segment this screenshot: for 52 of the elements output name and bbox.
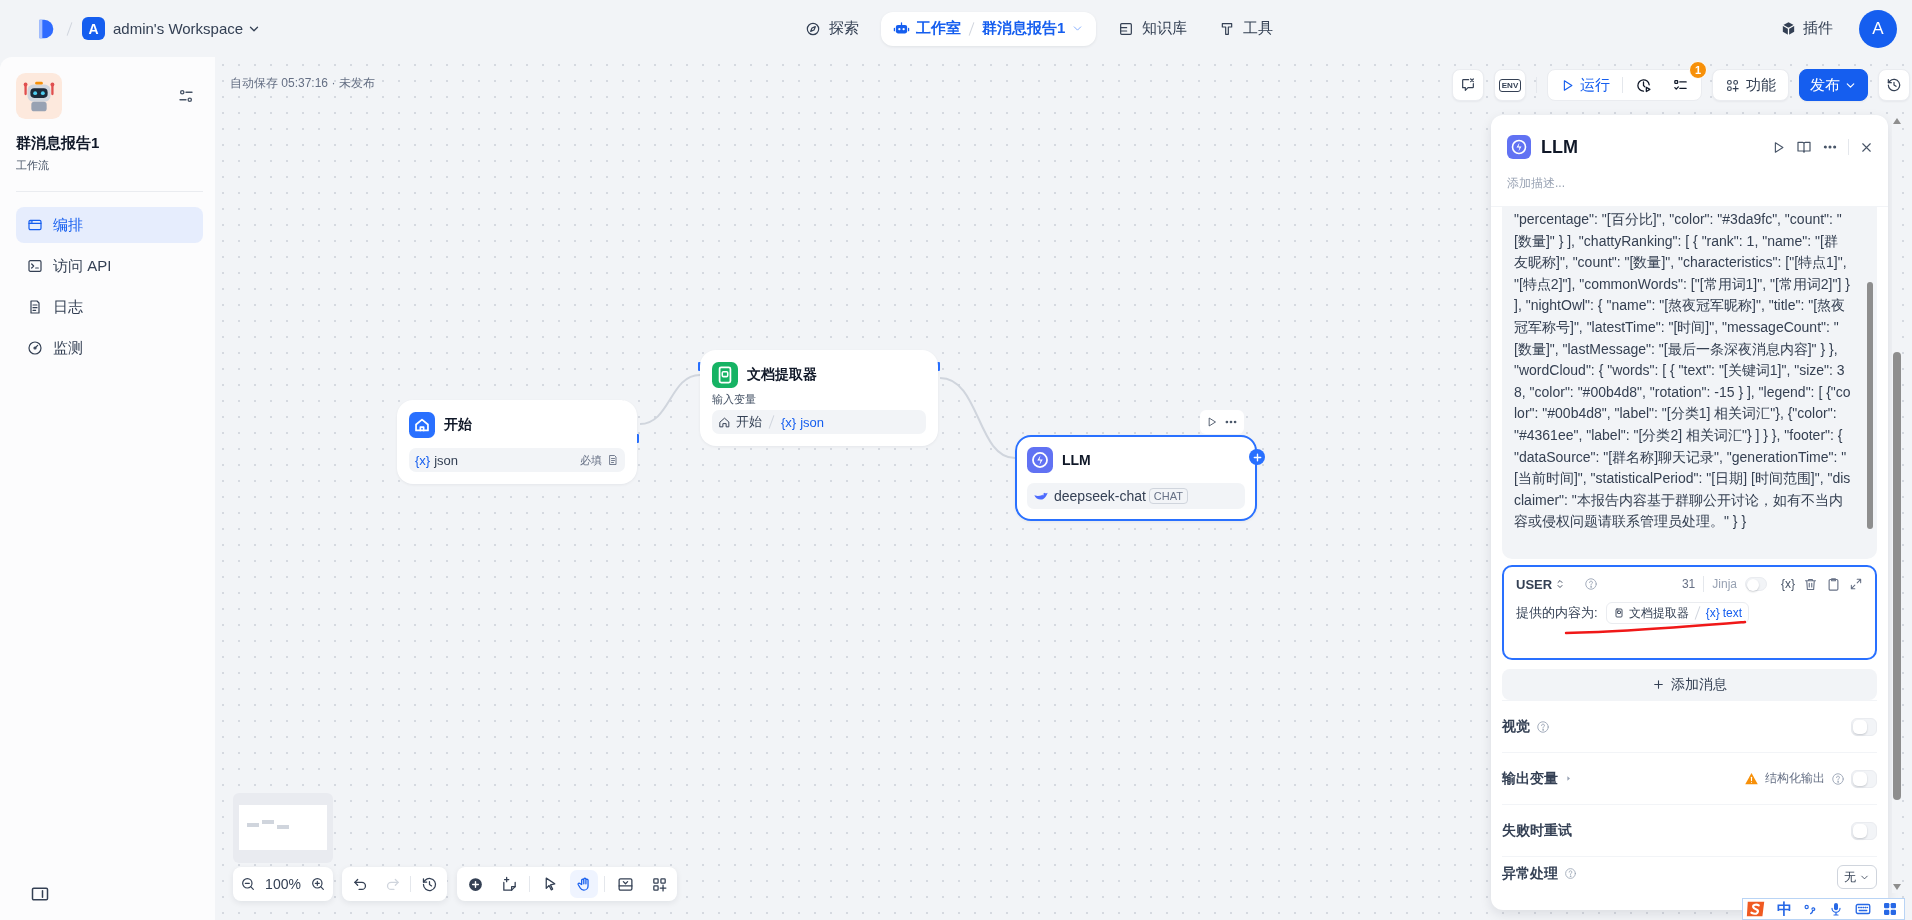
source-name: 开始 [736,413,762,431]
required-label: 必填 [580,452,602,468]
env-button[interactable]: ENV [1494,69,1526,101]
nav-item[interactable]: 监测 [16,330,203,366]
panel-title: LLM [1541,136,1578,158]
user-avatar[interactable]: A [1859,9,1897,48]
variable-name: {x} json [781,414,825,430]
workflow-node[interactable]: 开始 {x} json 必填 [397,400,637,484]
setting-note: 结构化输出 [1765,770,1825,787]
input-label: 输入变量 [712,392,757,407]
publish-button[interactable]: 发布 [1799,69,1868,101]
nav-item[interactable]: 日志 [16,289,203,325]
message-editor[interactable]: USER 31 Jinja {x} 提供的内容为: 文档提取器 {x} text [1502,565,1877,660]
setting-label: 视觉 [1502,717,1530,736]
autosave-status: 自动保存 05:37:16 · 未发布 [230,75,375,92]
jinja-label: Jinja [1712,577,1737,591]
node-title: LLM [1062,452,1091,468]
nav-tab[interactable]: 探索 [795,12,869,45]
features-button[interactable]: 功能 [1712,69,1789,101]
nav-item[interactable]: 访问 API [16,248,203,284]
variable-name: {x} text [1705,606,1742,620]
source-name: 文档提取器 [1628,604,1689,622]
workflow-node[interactable]: 文档提取器 输入变量 开始 {x} json [700,350,938,446]
prompt-text: 提供的内容为: [1516,604,1598,622]
character-count: 31 [1681,577,1696,591]
run-button[interactable]: 运行 [1552,71,1618,99]
prompt-text: "percentage": "[百分比]", "color": "#3da9fc", "count": "[数量]" } ], "chattyRanking": [ { "rank": 1, "name": "[群友昵称]", "count": "[数量]", "characteristics": ["[特点1]", "[特点2]"], "commonWords": ["[常用词1]", "[常用词2]"] } ], "nightOwl": { "name": "[熬夜冠军昵称]", "title": "[熬夜冠军称号]", "latestTime": "[时间]", "messageCount": "[数量]", "lastMessage": "[最后一条深夜消息内容]" } }, "wordCloud": { "words": [ { "text": "[关键词1]", "size": 38, "color": "#00b4d8", "rotation": -15 } ], "legend": [ {"color": "#00b4d8", "label": "[分类1] 相关词汇"}, {"color": "#4361ee", "label": "[分类2] 相关词汇"} ] } }, "footer": { "dataSource": "[群名称]聊天记录", "generationTime": "[当前时间]", "statisticalPeriod": "[日期] [时间范围]", "disclaimer": "本报告内容基于群聊公开讨论，如有不当内容或侵权问题请联系管理员处理。" } } [1514,210,1851,532]
workspace-switcher[interactable]: admin's Workspace [113,20,262,37]
node-title: 文档提取器 [747,366,817,384]
nav-tab[interactable]: 知识库 [1108,12,1198,45]
app-type: 工作流 [16,158,50,173]
setting-label: 失败时重试 [1502,821,1572,840]
workflow-node[interactable]: LLM deepseek-chat CHAT [1015,435,1257,521]
select-field[interactable]: 无 [1837,865,1877,889]
mode-tag: CHAT [1148,488,1188,504]
plugins-button[interactable]: 插件 [1780,19,1833,38]
app-switcher[interactable]: 群消息报告1 [978,14,1089,43]
role-select[interactable]: USER [1516,576,1567,592]
nav-tab[interactable]: 工具 [1209,12,1284,45]
studio-tab[interactable]: 工作室 [889,14,965,43]
nav-item[interactable]: 编排 [16,207,203,243]
variable-name: {x} json [415,452,459,468]
insert-variable-button[interactable]: {x} [1781,577,1795,591]
node-title: 开始 [444,416,472,434]
add-message-button[interactable]: 添加消息 [1502,669,1877,700]
zoom-level: 100% [264,876,302,892]
setting-label: 输出变量 [1502,769,1558,788]
app-name: 群消息报告1 [16,134,101,153]
workspace-avatar: A [82,17,105,40]
badge: 1 [1689,61,1707,79]
setting-label: 异常处理 [1502,865,1558,883]
model-name: deepseek-chat [1054,488,1146,504]
